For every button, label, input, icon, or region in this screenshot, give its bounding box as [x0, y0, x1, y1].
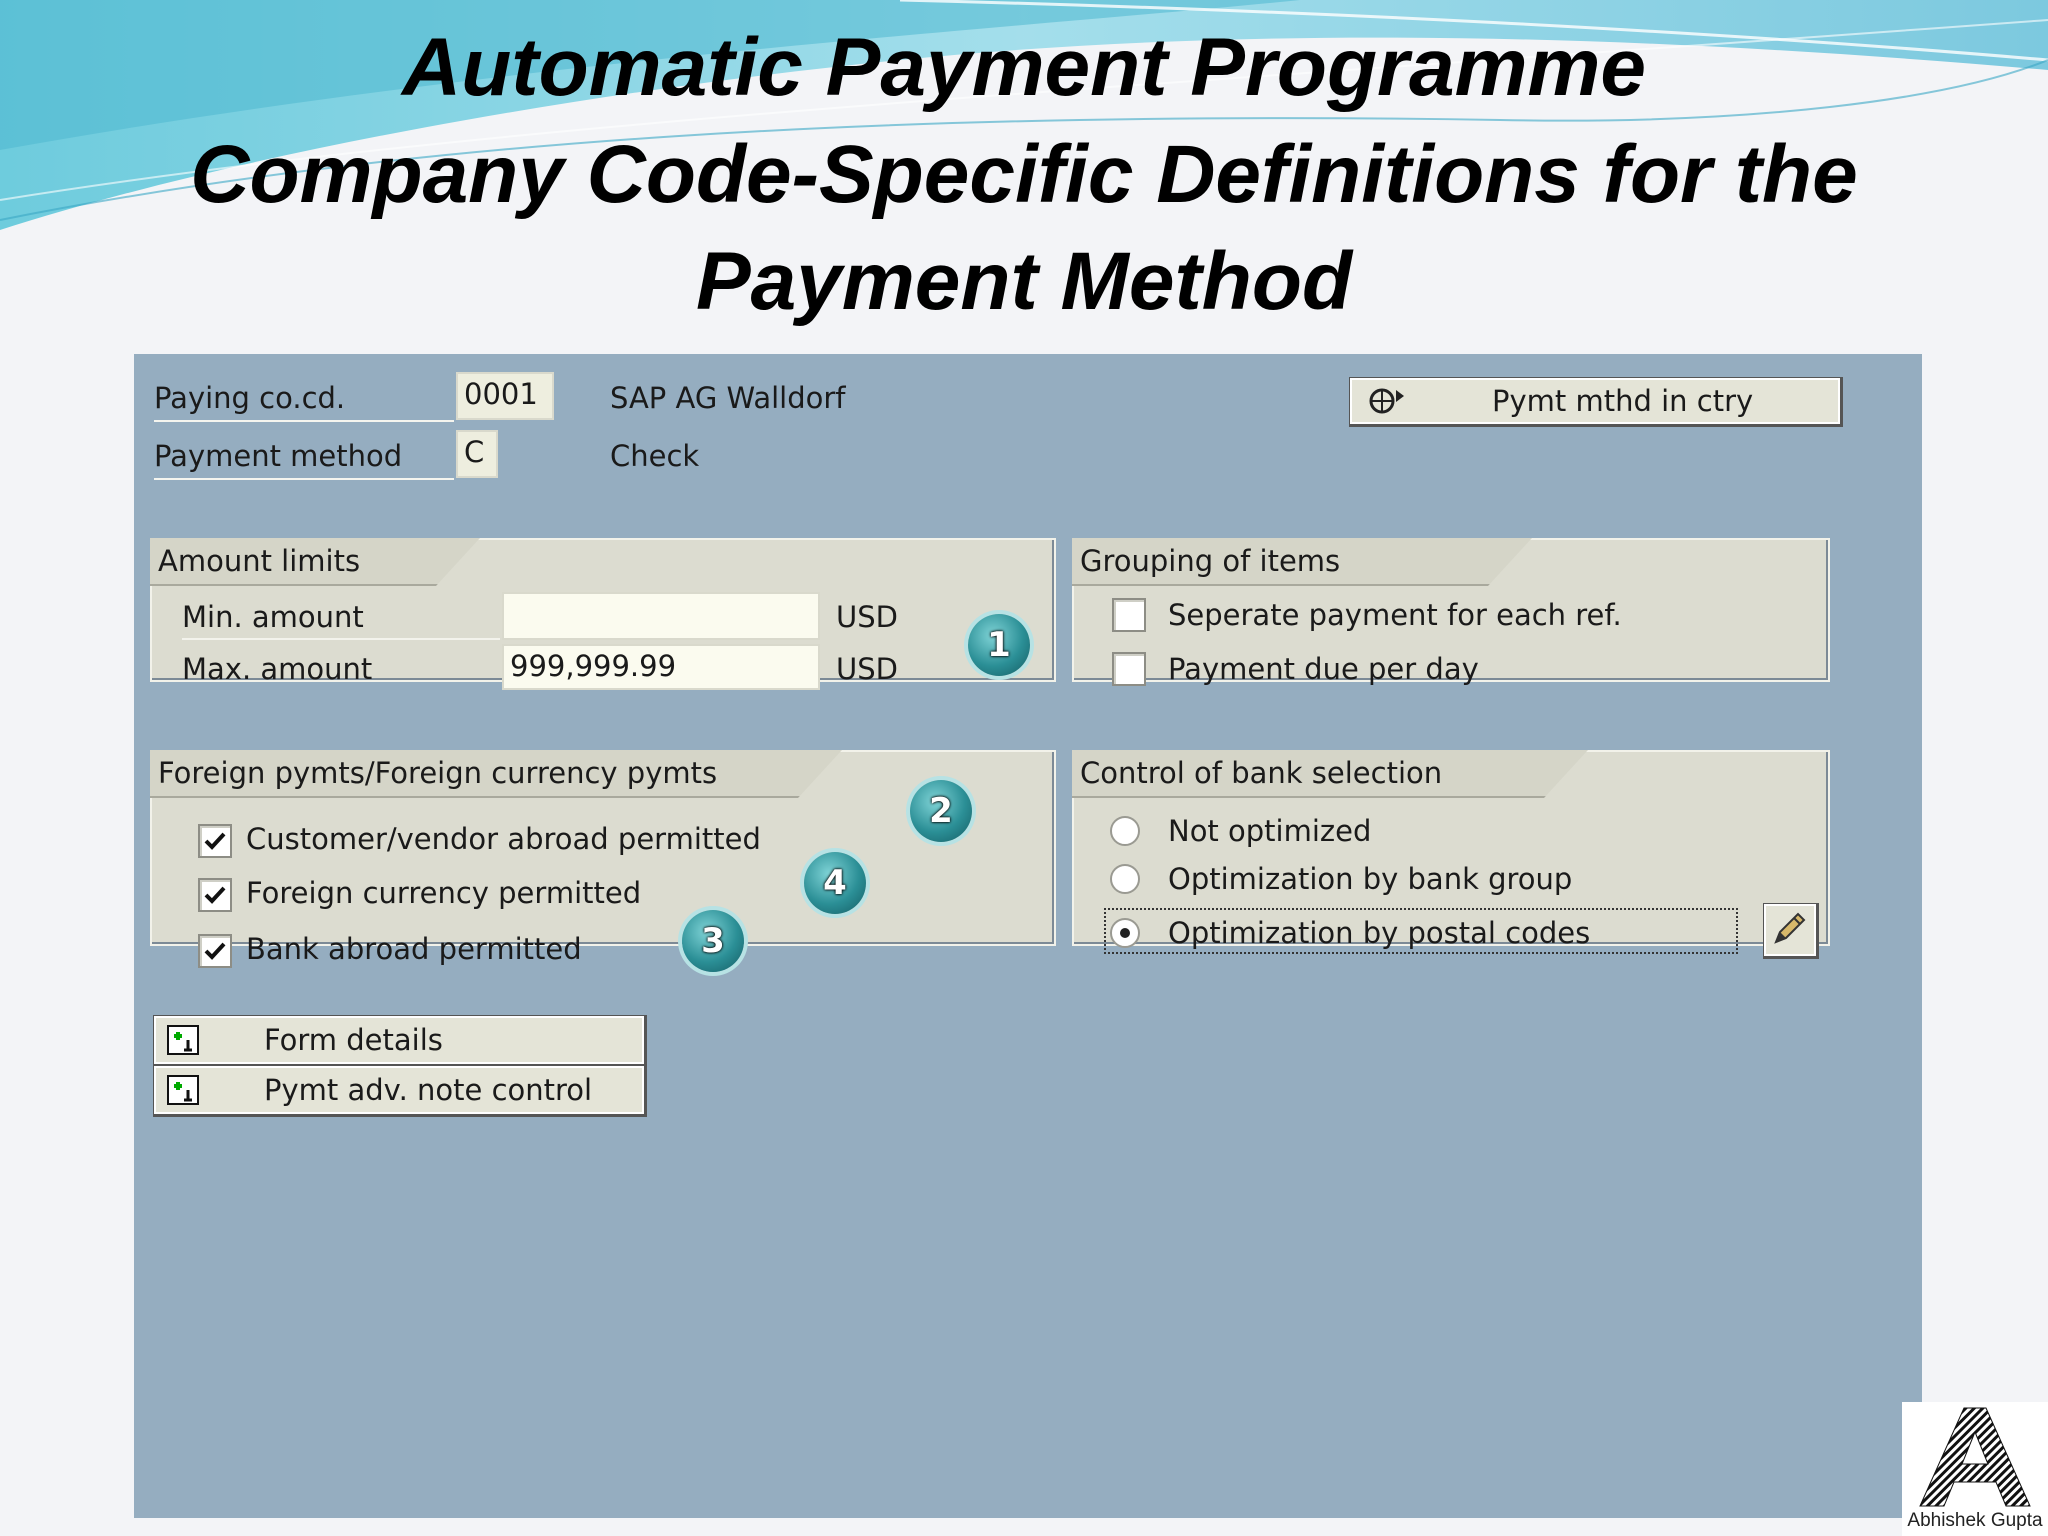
pymt-mthd-in-ctry-label: Pymt mthd in ctry [1492, 384, 1754, 418]
slide-title: Automatic Payment Programme Company Code… [0, 14, 2048, 335]
expand-icon [167, 1025, 199, 1055]
globe-arrows-icon [1369, 388, 1404, 414]
pencil-icon [1774, 912, 1806, 944]
form-details-button[interactable]: Form details [154, 1016, 644, 1064]
postal-codes-radio[interactable] [1110, 918, 1140, 948]
pymt-adv-note-control-label: Pymt adv. note control [264, 1073, 593, 1107]
bank-selection-title: Control of bank selection [1072, 750, 1588, 798]
sap-screen: Paying co.cd. 0001 SAP AG Walldorf Payme… [134, 354, 1922, 1518]
paying-cocd-field[interactable]: 0001 [456, 372, 554, 420]
foreign-currency-label: Foreign currency permitted [246, 876, 642, 910]
foreign-payments-title: Foreign pymts/Foreign currency pymts [150, 750, 842, 798]
min-amount-field[interactable] [502, 592, 820, 640]
amount-limits-title: Amount limits [150, 538, 480, 586]
grouping-title: Grouping of items [1072, 538, 1532, 586]
callout-badge-4: 4 [804, 852, 866, 914]
paying-cocd-label: Paying co.cd. [154, 376, 454, 422]
payment-method-desc: Check [610, 439, 700, 473]
callout-badge-2: 2 [910, 780, 972, 842]
postal-codes-label: Optimization by postal codes [1168, 916, 1591, 950]
customer-vendor-abroad-label: Customer/vendor abroad permitted [246, 822, 761, 856]
separate-payment-label: Seperate payment for each ref. [1168, 598, 1622, 632]
company-name: SAP AG Walldorf [610, 381, 846, 415]
grouping-group: Grouping of items Seperate payment for e… [1072, 538, 1830, 686]
pymt-mthd-in-ctry-button[interactable]: Pymt mthd in ctry [1350, 378, 1840, 424]
payment-method-label: Payment method [154, 434, 454, 480]
payment-method-field[interactable]: C [456, 430, 498, 478]
max-amount-label: Max. amount [182, 652, 373, 686]
separate-payment-checkbox[interactable] [1112, 598, 1146, 632]
author-logo: Abhishek Gupta [1902, 1402, 2048, 1536]
bank-selection-group: Control of bank selection Not optimized … [1072, 750, 1830, 956]
pymt-adv-note-control-button[interactable]: Pymt adv. note control [154, 1066, 644, 1114]
bank-abroad-label: Bank abroad permitted [246, 932, 582, 966]
not-optimized-label: Not optimized [1168, 814, 1372, 848]
foreign-payments-group: Foreign pymts/Foreign currency pymts Cus… [150, 750, 1056, 968]
max-amount-currency: USD [836, 652, 898, 686]
callout-badge-3: 3 [682, 910, 744, 972]
amount-limits-group: Amount limits Min. amount USD Max. amoun… [150, 538, 1056, 690]
min-amount-currency: USD [836, 600, 898, 634]
foreign-currency-checkbox[interactable] [198, 878, 232, 912]
bank-abroad-checkbox[interactable] [198, 934, 232, 968]
payment-due-per-day-checkbox[interactable] [1112, 652, 1146, 686]
author-name: Abhishek Gupta [1907, 1510, 2043, 1531]
bank-group-label: Optimization by bank group [1168, 862, 1573, 896]
bank-group-radio[interactable] [1110, 864, 1140, 894]
form-details-label: Form details [264, 1023, 443, 1057]
check-icon [204, 886, 226, 904]
letter-a-logo-icon [1919, 1407, 2031, 1507]
title-line-3: Payment Method [695, 236, 1353, 327]
title-line-2: Company Code-Specific Definitions for th… [190, 129, 1858, 220]
expand-icon [167, 1075, 199, 1105]
customer-vendor-abroad-checkbox[interactable] [198, 824, 232, 858]
title-line-1: Automatic Payment Programme [401, 22, 1646, 113]
not-optimized-radio[interactable] [1110, 816, 1140, 846]
max-amount-field[interactable]: 999,999.99 [502, 644, 820, 690]
check-icon [204, 942, 226, 960]
edit-button[interactable] [1764, 904, 1816, 956]
min-amount-label: Min. amount [182, 596, 500, 640]
payment-due-per-day-label: Payment due per day [1168, 652, 1479, 686]
check-icon [204, 832, 226, 850]
callout-badge-1: 1 [968, 614, 1030, 676]
